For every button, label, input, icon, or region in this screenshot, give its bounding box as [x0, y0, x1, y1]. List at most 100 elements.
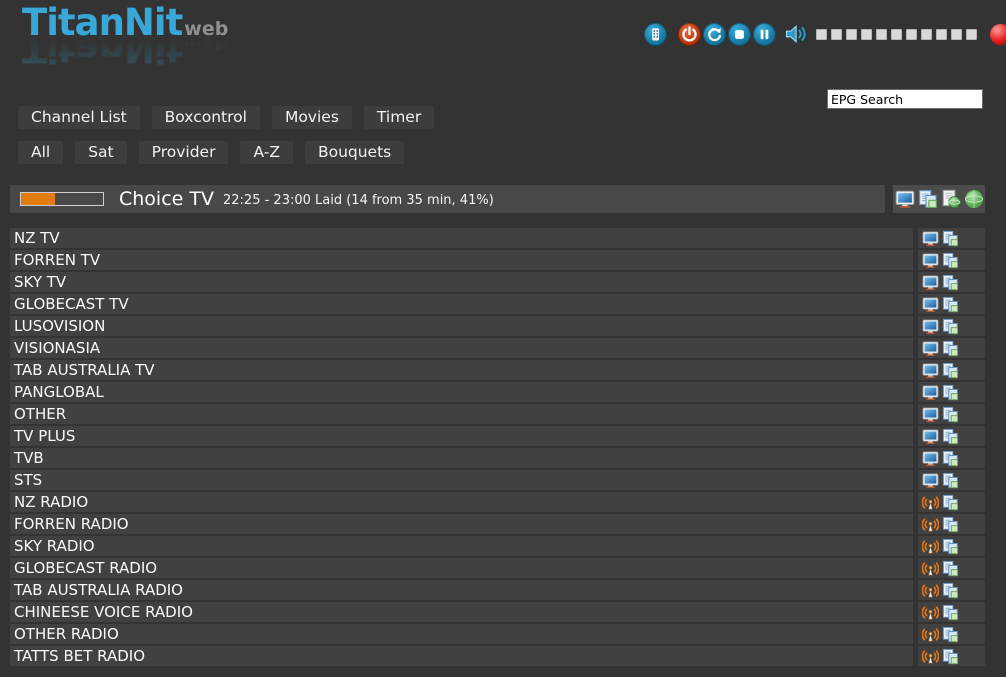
epg-pages-icon[interactable] — [942, 626, 959, 643]
volume-segment[interactable] — [846, 29, 857, 40]
globe-icon[interactable] — [964, 189, 984, 209]
epg-pages-icon[interactable] — [942, 428, 959, 445]
channel-name[interactable]: NZ TV — [10, 228, 913, 248]
nav-movies-button[interactable]: Movies — [272, 106, 352, 129]
monitor-icon[interactable] — [922, 450, 939, 467]
epg-pages-icon[interactable] — [942, 560, 959, 577]
monitor-icon[interactable] — [922, 362, 939, 379]
volume-segment[interactable] — [921, 29, 932, 40]
monitor-icon[interactable] — [922, 318, 939, 335]
filter-all-button[interactable]: All — [18, 141, 63, 164]
channel-row: GLOBECAST RADIO — [0, 558, 1006, 578]
volume-segment[interactable] — [861, 29, 872, 40]
channel-list: NZ TV — [0, 228, 1006, 668]
monitor-icon[interactable] — [922, 252, 939, 269]
volume-segment[interactable] — [966, 29, 977, 40]
monitor-icon[interactable] — [895, 189, 915, 209]
volume-segment[interactable] — [876, 29, 887, 40]
epg-search-input[interactable] — [827, 89, 983, 109]
channel-row: FORREN TV — [0, 250, 1006, 270]
epg-pages-icon[interactable] — [942, 516, 959, 533]
epg-pages-icon[interactable] — [942, 604, 959, 621]
radio-broadcast-icon[interactable] — [922, 494, 939, 511]
epg-pages-icon[interactable] — [942, 472, 959, 489]
monitor-icon[interactable] — [922, 274, 939, 291]
channel-name[interactable]: STS — [10, 470, 913, 490]
epg-pages-icon[interactable] — [942, 340, 959, 357]
channel-name[interactable]: FORREN TV — [10, 250, 913, 270]
channel-name[interactable]: TVB — [10, 448, 913, 468]
epg-pages-icon[interactable] — [942, 648, 959, 665]
epg-pages-icon[interactable] — [942, 494, 959, 511]
epg-pages-icon[interactable] — [942, 252, 959, 269]
channel-name[interactable]: FORREN RADIO — [10, 514, 913, 534]
monitor-icon[interactable] — [922, 428, 939, 445]
volume-segment[interactable] — [816, 29, 827, 40]
channel-name[interactable]: SKY TV — [10, 272, 913, 292]
epg-pages-icon[interactable] — [942, 538, 959, 555]
channel-name[interactable]: LUSOVISION — [10, 316, 913, 336]
nav-boxcontrol-button[interactable]: Boxcontrol — [152, 106, 260, 129]
epg-pages-icon[interactable] — [942, 318, 959, 335]
epg-pages-icon[interactable] — [942, 406, 959, 423]
channel-name[interactable]: TATTS BET RADIO — [10, 646, 913, 666]
monitor-icon[interactable] — [922, 406, 939, 423]
volume-segment[interactable] — [936, 29, 947, 40]
epg-pages-icon[interactable] — [942, 384, 959, 401]
speaker-icon[interactable] — [784, 22, 810, 46]
stop-icon[interactable] — [728, 23, 751, 46]
radio-broadcast-icon[interactable] — [922, 560, 939, 577]
channel-name[interactable]: GLOBECAST RADIO — [10, 558, 913, 578]
channel-name[interactable]: OTHER — [10, 404, 913, 424]
channel-name[interactable]: VISIONASIA — [10, 338, 913, 358]
channel-row-actions — [918, 580, 985, 600]
monitor-icon[interactable] — [922, 230, 939, 247]
radio-broadcast-icon[interactable] — [922, 648, 939, 665]
channel-name[interactable]: OTHER RADIO — [10, 624, 913, 644]
channel-row-actions — [918, 338, 985, 358]
document-globe-icon[interactable] — [941, 189, 961, 209]
epg-pages-icon[interactable] — [942, 450, 959, 467]
channel-name[interactable]: SKY RADIO — [10, 536, 913, 556]
radio-broadcast-icon[interactable] — [922, 604, 939, 621]
volume-segment[interactable] — [951, 29, 962, 40]
filter-az-button[interactable]: A-Z — [240, 141, 292, 164]
channel-name[interactable]: GLOBECAST TV — [10, 294, 913, 314]
channel-name[interactable]: NZ RADIO — [10, 492, 913, 512]
nav-channel-list-button[interactable]: Channel List — [18, 106, 140, 129]
channel-row-actions — [918, 448, 985, 468]
filter-provider-button[interactable]: Provider — [139, 141, 229, 164]
radio-broadcast-icon[interactable] — [922, 538, 939, 555]
volume-segment[interactable] — [906, 29, 917, 40]
remote-keypad-icon[interactable] — [644, 23, 667, 46]
monitor-icon[interactable] — [922, 340, 939, 357]
radio-broadcast-icon[interactable] — [922, 626, 939, 643]
channel-name[interactable]: PANGLOBAL — [10, 382, 913, 402]
radio-broadcast-icon[interactable] — [922, 582, 939, 599]
nav-timer-button[interactable]: Timer — [364, 106, 434, 129]
monitor-icon[interactable] — [922, 296, 939, 313]
epg-pages-icon[interactable] — [942, 296, 959, 313]
epg-pages-icon[interactable] — [942, 582, 959, 599]
record-ball-indicator — [990, 24, 1006, 45]
monitor-icon[interactable] — [922, 472, 939, 489]
power-icon[interactable] — [678, 23, 701, 46]
channel-name[interactable]: TAB AUSTRALIA RADIO — [10, 580, 913, 600]
channel-name[interactable]: CHINEESE VOICE RADIO — [10, 602, 913, 622]
primary-nav: Channel List Boxcontrol Movies Timer — [18, 106, 434, 129]
channel-row-actions — [918, 558, 985, 578]
pause-icon[interactable] — [753, 23, 776, 46]
radio-broadcast-icon[interactable] — [922, 516, 939, 533]
filter-sat-button[interactable]: Sat — [75, 141, 126, 164]
epg-pages-icon[interactable] — [942, 362, 959, 379]
filter-bouquets-button[interactable]: Bouquets — [305, 141, 404, 164]
volume-segment[interactable] — [831, 29, 842, 40]
reboot-icon[interactable] — [703, 23, 726, 46]
epg-pages-icon[interactable] — [942, 230, 959, 247]
epg-pages-icon[interactable] — [942, 274, 959, 291]
channel-name[interactable]: TAB AUSTRALIA TV — [10, 360, 913, 380]
channel-name[interactable]: TV PLUS — [10, 426, 913, 446]
monitor-icon[interactable] — [922, 384, 939, 401]
epg-pages-icon[interactable] — [918, 189, 938, 209]
volume-segment[interactable] — [891, 29, 902, 40]
